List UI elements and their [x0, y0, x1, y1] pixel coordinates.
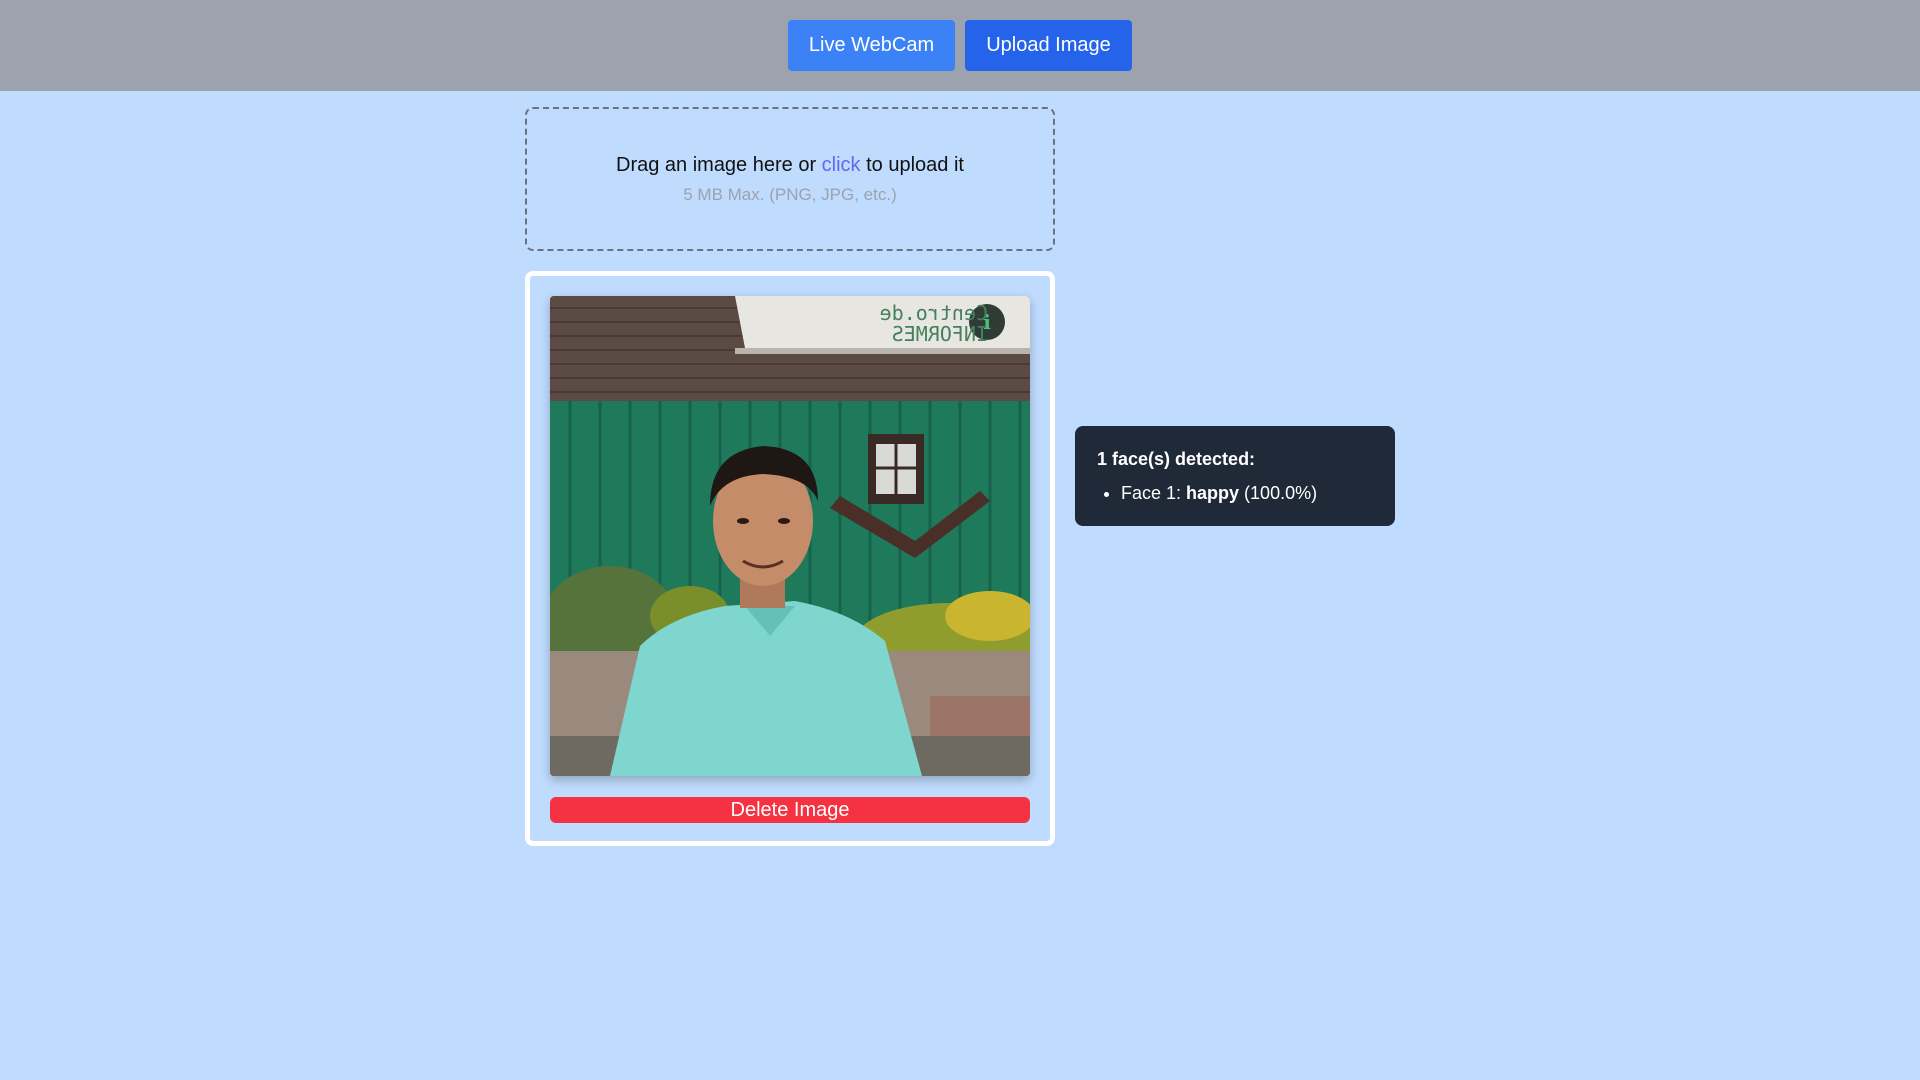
click-to-upload-link[interactable]: click [822, 154, 861, 176]
face-label: Face 1: [1121, 483, 1187, 503]
delete-image-button[interactable]: Delete Image [550, 797, 1030, 823]
uploaded-image-card: i Centro.de INFORMES Delete Image [525, 271, 1055, 846]
dropzone-text-before: Drag an image here or [616, 154, 822, 176]
dropzone-text-after: to upload it [860, 154, 964, 176]
dropzone-size-hint: 5 MB Max. (PNG, JPG, etc.) [683, 185, 897, 204]
detection-results-panel: 1 face(s) detected: Face 1: happy (100.0… [1075, 426, 1395, 526]
dropzone-instructions: Drag an image here or click to upload it [527, 153, 1053, 177]
upload-image-button[interactable]: Upload Image [965, 20, 1132, 71]
uploaded-photo: i Centro.de INFORMES [550, 296, 1030, 776]
uploaded-photo-illustration: i Centro.de INFORMES [550, 296, 1030, 776]
top-bar: Live WebCam Upload Image [0, 0, 1920, 91]
face-confidence: (100.0%) [1239, 483, 1318, 503]
results-title: 1 face(s) detected: [1097, 449, 1256, 469]
image-dropzone[interactable]: Drag an image here or click to upload it… [525, 107, 1055, 251]
face-emotion: happy [1186, 483, 1240, 503]
sign-line-2: INFORMES [892, 322, 988, 346]
face-result-item: Face 1: happy (100.0%) [1121, 482, 1373, 504]
live-webcam-button[interactable]: Live WebCam [788, 20, 955, 71]
face-results-list: Face 1: happy (100.0%) [1097, 482, 1373, 504]
